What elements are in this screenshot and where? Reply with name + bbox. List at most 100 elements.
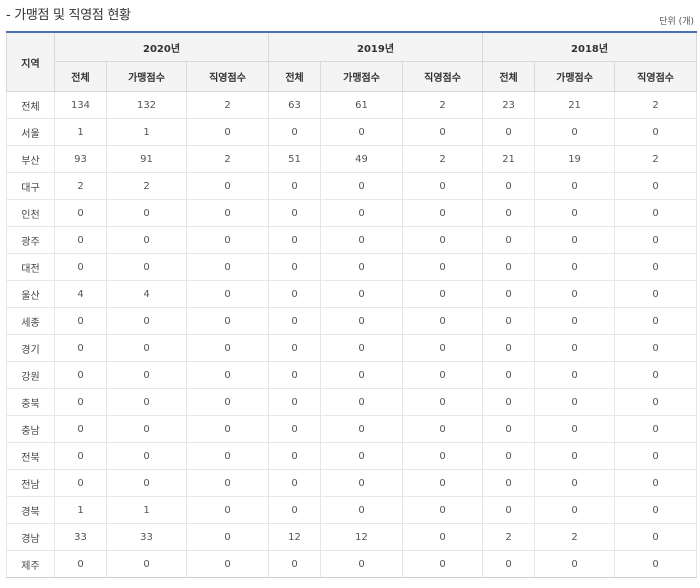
region-cell: 대구 <box>6 172 55 200</box>
value-cell: 0 <box>482 442 536 470</box>
region-cell: 충북 <box>6 388 55 416</box>
table-row: 충북 0 0 0 0 0 0 0 0 0 <box>6 388 698 416</box>
table-row: 대전 0 0 0 0 0 0 0 0 0 <box>6 253 698 281</box>
value-cell: 33 <box>54 523 107 551</box>
value-cell: 0 <box>402 361 484 389</box>
value-cell: 33 <box>106 523 187 551</box>
value-cell: 0 <box>482 496 536 524</box>
value-cell: 2 <box>402 145 484 173</box>
value-cell: 91 <box>106 145 187 173</box>
value-cell: 0 <box>534 442 616 470</box>
value-cell: 0 <box>54 469 107 497</box>
value-cell: 0 <box>534 361 616 389</box>
value-cell: 0 <box>268 550 322 578</box>
value-cell: 0 <box>185 442 270 470</box>
subheader-direct: 직영점수 <box>185 61 270 92</box>
value-cell: 0 <box>106 388 187 416</box>
subheader-total: 전체 <box>482 61 536 92</box>
value-cell: 0 <box>534 334 616 362</box>
value-cell: 1 <box>106 118 187 146</box>
value-cell: 0 <box>402 307 484 335</box>
value-cell: 0 <box>54 307 107 335</box>
region-cell: 제주 <box>6 550 55 578</box>
value-cell: 61 <box>320 91 404 119</box>
value-cell: 0 <box>614 334 698 362</box>
subheader-total: 전체 <box>54 61 107 92</box>
value-cell: 0 <box>482 388 536 416</box>
subheader-franchise: 가맹점수 <box>320 61 404 92</box>
table-row: 충남 0 0 0 0 0 0 0 0 0 <box>6 415 698 443</box>
store-status-table: 지역 2020년 2019년 2018년 전체 가맹점수 직영점수 전체 가맹점… <box>6 31 698 578</box>
value-cell: 0 <box>534 388 616 416</box>
value-cell: 49 <box>320 145 404 173</box>
value-cell: 0 <box>402 415 484 443</box>
value-cell: 0 <box>402 253 484 281</box>
value-cell: 0 <box>482 226 536 254</box>
value-cell: 0 <box>482 199 536 227</box>
value-cell: 2 <box>106 172 187 200</box>
value-cell: 0 <box>185 118 270 146</box>
year-header-2019: 2019년 <box>268 31 484 62</box>
value-cell: 19 <box>534 145 616 173</box>
value-cell: 0 <box>402 226 484 254</box>
value-cell: 0 <box>268 442 322 470</box>
value-cell: 0 <box>106 469 187 497</box>
value-cell: 2 <box>534 523 616 551</box>
table-row: 경북 1 1 0 0 0 0 0 0 0 <box>6 496 698 524</box>
value-cell: 0 <box>320 442 404 470</box>
value-cell: 0 <box>402 496 484 524</box>
table-row: 세종 0 0 0 0 0 0 0 0 0 <box>6 307 698 335</box>
region-cell: 경북 <box>6 496 55 524</box>
value-cell: 0 <box>320 469 404 497</box>
region-cell: 대전 <box>6 253 55 281</box>
value-cell: 0 <box>320 226 404 254</box>
value-cell: 0 <box>106 415 187 443</box>
value-cell: 0 <box>185 253 270 281</box>
value-cell: 0 <box>185 334 270 362</box>
value-cell: 0 <box>614 388 698 416</box>
value-cell: 0 <box>534 172 616 200</box>
region-cell: 서울 <box>6 118 55 146</box>
value-cell: 0 <box>185 523 270 551</box>
value-cell: 132 <box>106 91 187 119</box>
table-row: 울산 4 4 0 0 0 0 0 0 0 <box>6 280 698 308</box>
value-cell: 12 <box>320 523 404 551</box>
value-cell: 21 <box>534 91 616 119</box>
value-cell: 0 <box>402 388 484 416</box>
value-cell: 0 <box>54 334 107 362</box>
value-cell: 0 <box>482 334 536 362</box>
value-cell: 0 <box>402 469 484 497</box>
value-cell: 63 <box>268 91 322 119</box>
value-cell: 2 <box>185 145 270 173</box>
value-cell: 0 <box>185 415 270 443</box>
value-cell: 0 <box>482 253 536 281</box>
value-cell: 0 <box>106 253 187 281</box>
value-cell: 0 <box>482 118 536 146</box>
value-cell: 0 <box>614 442 698 470</box>
value-cell: 0 <box>614 199 698 227</box>
value-cell: 0 <box>268 415 322 443</box>
value-cell: 0 <box>106 550 187 578</box>
value-cell: 0 <box>534 226 616 254</box>
value-cell: 0 <box>320 550 404 578</box>
value-cell: 0 <box>54 253 107 281</box>
table-row: 인천 0 0 0 0 0 0 0 0 0 <box>6 199 698 227</box>
value-cell: 0 <box>54 361 107 389</box>
region-cell: 강원 <box>6 361 55 389</box>
value-cell: 0 <box>614 118 698 146</box>
region-header: 지역 <box>6 31 55 92</box>
table-row: 전남 0 0 0 0 0 0 0 0 0 <box>6 469 698 497</box>
value-cell: 0 <box>402 334 484 362</box>
table-row: 대구 2 2 0 0 0 0 0 0 0 <box>6 172 698 200</box>
table-row: 경남 33 33 0 12 12 0 2 2 0 <box>6 523 698 551</box>
value-cell: 93 <box>54 145 107 173</box>
year-header-2020: 2020년 <box>53 31 270 62</box>
value-cell: 0 <box>482 307 536 335</box>
table-row: 서울 1 1 0 0 0 0 0 0 0 <box>6 118 698 146</box>
value-cell: 0 <box>268 280 322 308</box>
value-cell: 0 <box>185 280 270 308</box>
value-cell: 0 <box>268 226 322 254</box>
value-cell: 2 <box>482 523 536 551</box>
table-row: 전북 0 0 0 0 0 0 0 0 0 <box>6 442 698 470</box>
value-cell: 0 <box>106 226 187 254</box>
